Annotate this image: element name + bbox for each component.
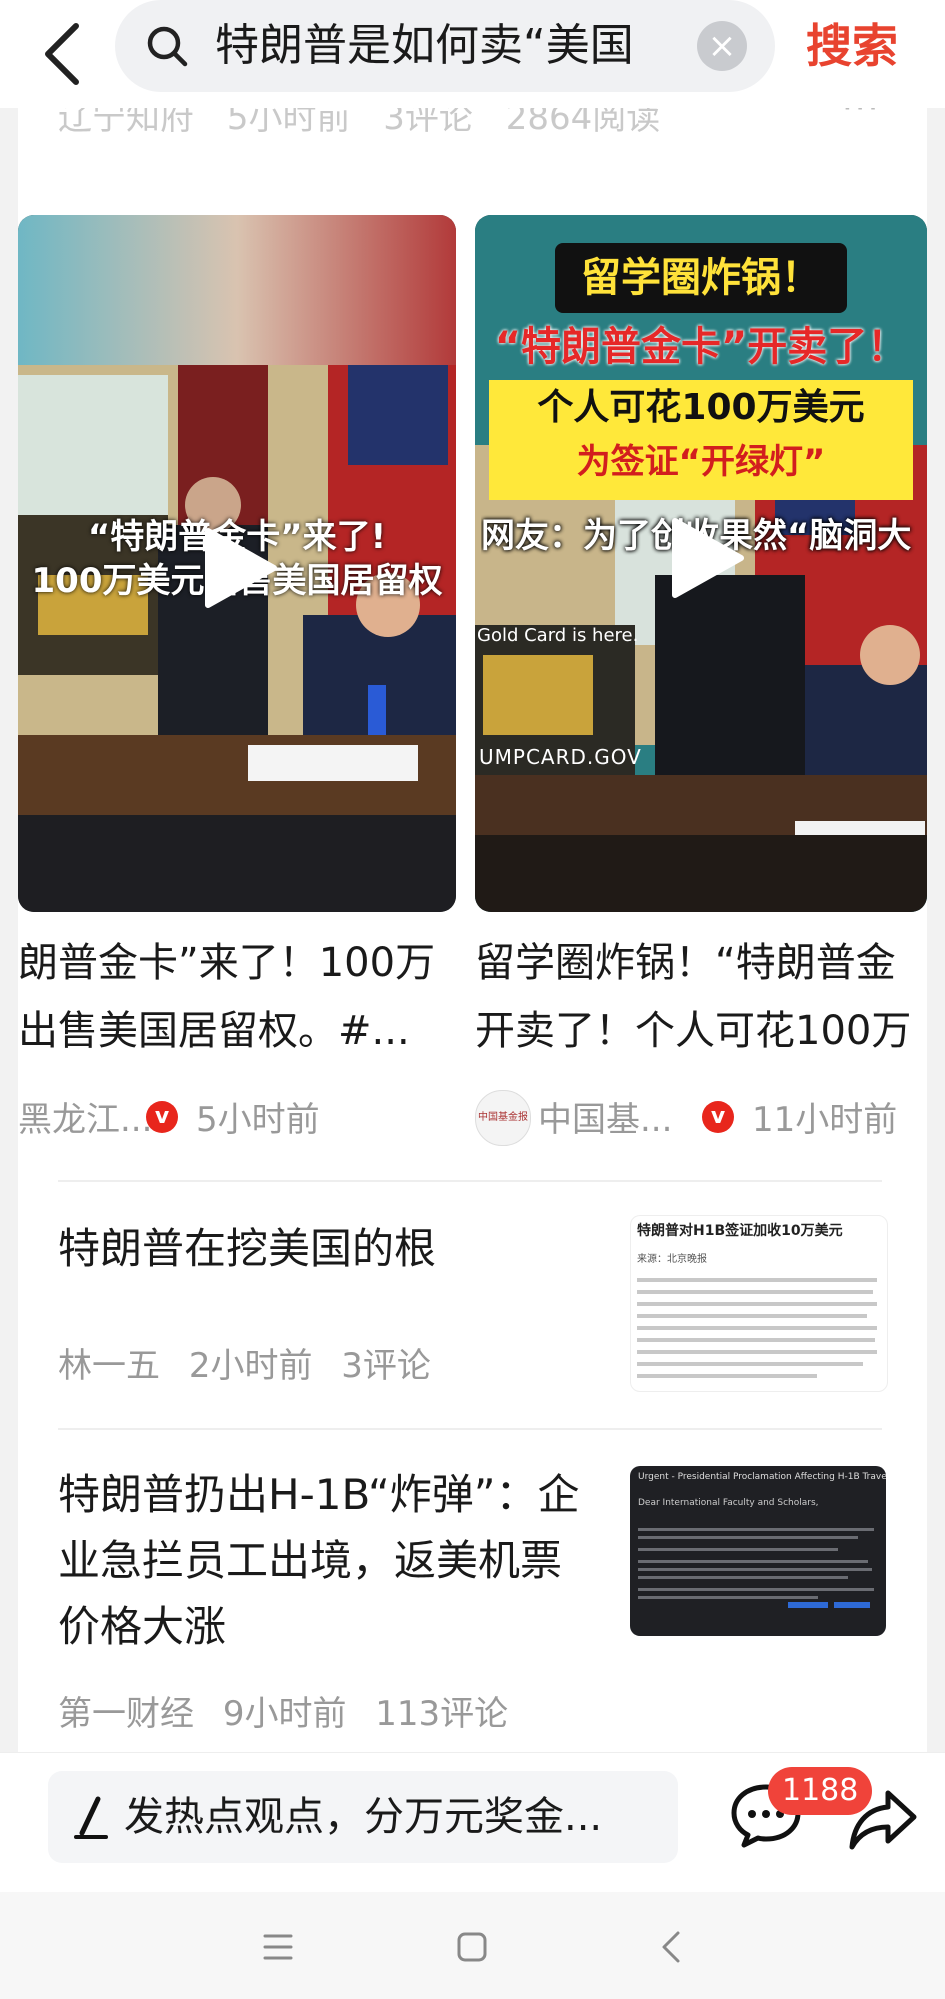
article-2-author[interactable]: 第一财经 — [58, 1694, 194, 1734]
divider — [58, 1180, 882, 1182]
play-icon[interactable] — [194, 525, 280, 611]
search-input[interactable]: 特朗普是如何卖“美国 × — [115, 0, 775, 92]
thumb-heading: 特朗普对H1B签证加收10万美元 — [637, 1223, 843, 1239]
video-banner-3: 个人可花100万美元 — [537, 387, 865, 428]
thumb-text-lines — [638, 1528, 874, 1608]
comment-input[interactable]: 发热点观点，分万元奖金... — [48, 1771, 678, 1863]
gold-card-sign: Gold Card is here. — [477, 625, 639, 646]
share-icon[interactable] — [848, 1787, 918, 1851]
article-1-meta: 林一五 2小时前 3评论 — [58, 1338, 449, 1387]
video-card-1[interactable]: “特朗普金卡”来了! 100万美元出售美国居留权 — [18, 215, 456, 912]
article-1-time: 2小时前 — [188, 1346, 313, 1386]
search-submit-button[interactable]: 搜索 — [806, 18, 898, 74]
right-gutter — [927, 108, 945, 1768]
system-navigation-bar — [0, 1892, 945, 1999]
video-1-time: 5小时前 — [196, 1100, 320, 1140]
clear-search-button[interactable]: × — [697, 21, 747, 71]
article-2-title[interactable]: 特朗普扔出H-1B“炸弹”：企业急拦员工出境，返美机票价格大涨 — [58, 1462, 598, 1660]
left-gutter — [0, 108, 18, 1768]
chevron-left-icon — [45, 23, 79, 85]
video-2-title-line-2[interactable]: 开卖了！个人可花100万 — [475, 1003, 927, 1059]
play-icon[interactable] — [661, 515, 747, 601]
thumb-greeting: Dear International Faculty and Scholars, — [638, 1498, 819, 1508]
thumb-heading: Urgent - Presidential Proclamation Affec… — [638, 1472, 886, 1482]
video-2-source[interactable]: 中国基... — [538, 1092, 672, 1141]
search-header: 特朗普是如何卖“美国 × 搜索 — [0, 0, 945, 108]
article-2-thumbnail[interactable]: Urgent - Presidential Proclamation Affec… — [630, 1466, 886, 1636]
gold-card-url: UMPCARD.GOV — [479, 745, 642, 769]
thumb-text-lines — [637, 1278, 877, 1378]
divider — [58, 1428, 882, 1430]
system-back-icon[interactable] — [660, 1930, 682, 1964]
article-2-comments: 113评论 — [375, 1694, 509, 1734]
comment-bar: 发热点观点，分万元奖金... 1188 — [0, 1752, 945, 1893]
video-2-title-line-1[interactable]: 留学圈炸锅！“特朗普金 — [475, 935, 927, 991]
search-icon — [147, 26, 188, 67]
article-2-meta: 第一财经 9小时前 113评论 — [58, 1686, 526, 1735]
pen-icon — [74, 1796, 108, 1839]
video-1-title-line-1[interactable]: 朗普金卡”来了！100万 — [18, 935, 456, 991]
article-1-author[interactable]: 林一五 — [58, 1346, 160, 1386]
video-card-2[interactable]: 留学圈炸锅！ “特朗普金卡”开卖了！ 个人可花100万美元 为签证“开绿灯” 网… — [475, 215, 927, 912]
video-banner-1: 留学圈炸锅！ — [555, 243, 847, 313]
source-avatar[interactable]: 中国基金报 — [475, 1090, 531, 1146]
comment-placeholder[interactable]: 发热点观点，分万元奖金... — [124, 1789, 602, 1845]
video-1-source[interactable]: 黑龙江... — [18, 1092, 152, 1141]
video-banner-2: “特朗普金卡”开卖了！ — [494, 324, 908, 370]
verified-icon: v — [146, 1101, 178, 1133]
back-button[interactable] — [40, 12, 90, 92]
article-2-time: 9小时前 — [222, 1694, 347, 1734]
video-banner-box: 个人可花100万美元 为签证“开绿灯” — [489, 380, 913, 500]
article-1-thumbnail[interactable]: 特朗普对H1B签证加收10万美元 来源：北京晚报 — [630, 1215, 888, 1392]
video-banner-4: 为签证“开绿灯” — [576, 442, 826, 482]
verified-icon: v — [702, 1101, 734, 1133]
video-1-title-line-2[interactable]: 出售美国居留权。#... — [18, 1003, 456, 1059]
article-1-comments: 3评论 — [341, 1346, 431, 1386]
thumb-source: 来源：北京晚报 — [637, 1254, 707, 1265]
search-query-text[interactable]: 特朗普是如何卖“美国 — [215, 20, 685, 72]
article-1-title[interactable]: 特朗普在挖美国的根 — [58, 1216, 598, 1282]
menu-icon[interactable] — [262, 1932, 294, 1962]
video-2-time: 11小时前 — [752, 1100, 898, 1140]
home-icon[interactable] — [456, 1931, 488, 1963]
